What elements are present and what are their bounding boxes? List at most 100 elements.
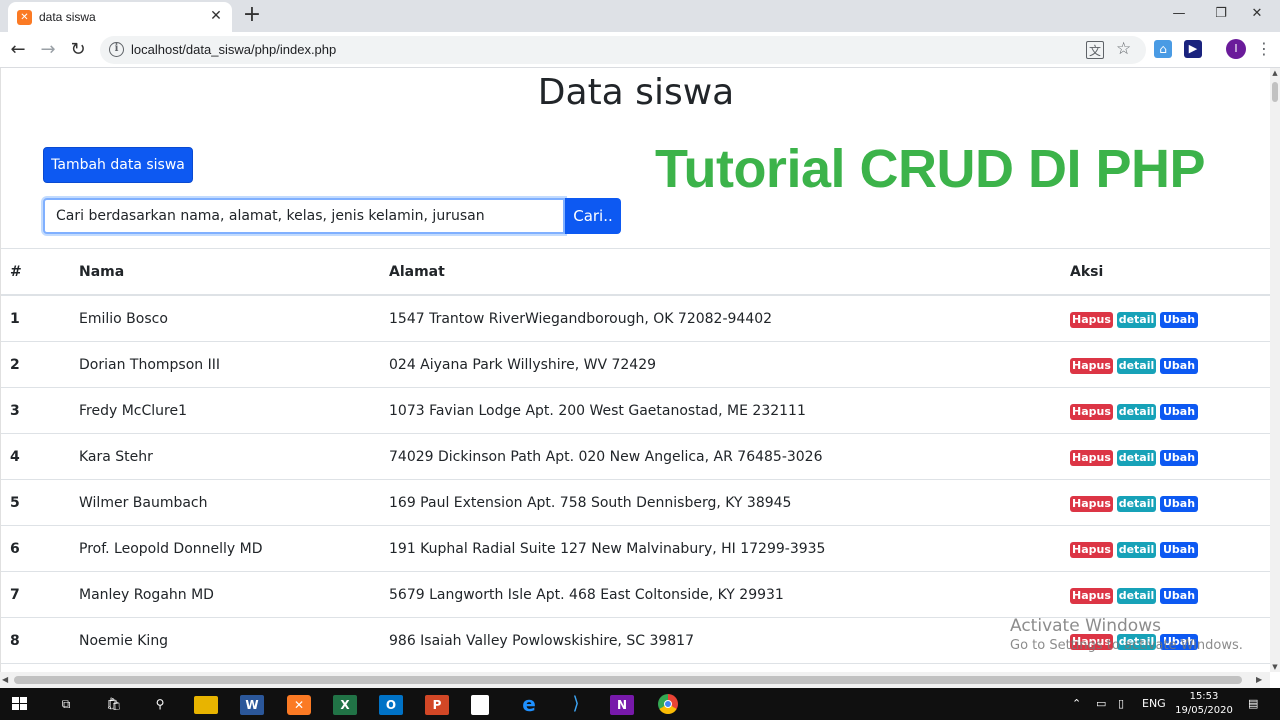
delete-button[interactable]: Hapus: [1070, 404, 1113, 420]
scroll-up-arrow-icon[interactable]: ▲: [1270, 68, 1280, 78]
add-student-button[interactable]: Tambah data siswa: [43, 147, 193, 183]
page-content: Data siswa Tambah data siswa Tutorial CR…: [0, 68, 1270, 672]
delete-button[interactable]: Hapus: [1070, 450, 1113, 466]
edit-button[interactable]: Ubah: [1160, 496, 1198, 512]
vertical-scrollbar[interactable]: ▲ ▼: [1270, 68, 1280, 672]
tray-time: 15:53: [1189, 691, 1219, 702]
tray-language[interactable]: ENG: [1142, 688, 1166, 720]
browser-tabbar: ✕ data siswa ✕ + — ❐ ✕: [0, 0, 1280, 32]
detail-button[interactable]: detail: [1117, 542, 1156, 558]
word-icon[interactable]: W: [240, 695, 264, 715]
vscode-icon[interactable]: ⟩: [564, 692, 588, 716]
file-explorer-icon[interactable]: [194, 696, 218, 714]
chrome-icon[interactable]: [656, 692, 680, 716]
xampp-favicon-icon: ✕: [17, 10, 32, 25]
profile-avatar[interactable]: I: [1226, 39, 1246, 59]
browser-tab[interactable]: ✕ data siswa ✕: [8, 2, 232, 32]
search-icon[interactable]: ⚲: [148, 692, 172, 716]
reload-icon[interactable]: ↻: [66, 38, 90, 62]
clapperboard-extension-icon[interactable]: ▶: [1184, 40, 1202, 58]
document-icon[interactable]: [471, 695, 489, 715]
new-tab-button[interactable]: +: [242, 4, 262, 26]
powerpoint-icon[interactable]: P: [425, 695, 449, 715]
address-bar[interactable]: i localhost/data_siswa/php/index.php 文 ☆: [100, 36, 1146, 64]
header-alamat: Alamat: [389, 264, 445, 280]
detail-button[interactable]: detail: [1117, 588, 1156, 604]
tutorial-overlay-title: Tutorial CRUD DI PHP: [655, 139, 1206, 199]
address-url[interactable]: localhost/data_siswa/php/index.php: [131, 42, 336, 57]
scroll-down-arrow-icon[interactable]: ▼: [1270, 662, 1280, 672]
table-row: 6 Prof. Leopold Donnelly MD 191 Kuphal R…: [1, 526, 1270, 572]
tab-close-icon[interactable]: ✕: [208, 8, 224, 24]
windows-start-icon[interactable]: [8, 692, 32, 716]
store-icon[interactable]: 🛍: [102, 692, 126, 716]
tray-clock[interactable]: 15:53 19/05/2020: [1174, 690, 1234, 718]
browser-toolbar: ← → ↻ i localhost/data_siswa/php/index.p…: [0, 32, 1280, 68]
tray-battery-icon[interactable]: ▯: [1118, 688, 1124, 720]
activate-windows-watermark: Activate Windows Go to Settings to activ…: [1010, 616, 1243, 653]
table-row: 2 Dorian Thompson III 024 Aiyana Park Wi…: [1, 342, 1270, 388]
row-number: 5: [10, 495, 20, 511]
search-button[interactable]: Cari..: [565, 198, 621, 234]
onenote-icon[interactable]: N: [610, 695, 634, 715]
delete-button[interactable]: Hapus: [1070, 542, 1113, 558]
home-extension-icon[interactable]: ⌂: [1154, 40, 1172, 58]
detail-button[interactable]: detail: [1117, 450, 1156, 466]
row-number: 7: [10, 587, 20, 603]
outlook-icon[interactable]: O: [379, 695, 403, 715]
delete-button[interactable]: Hapus: [1070, 312, 1113, 328]
window-minimize-button[interactable]: —: [1156, 0, 1202, 28]
row-alamat: 1073 Favian Lodge Apt. 200 West Gaetanos…: [389, 403, 806, 419]
notification-icon[interactable]: ▤: [1248, 688, 1258, 720]
row-alamat: 169 Paul Extension Apt. 758 South Dennis…: [389, 495, 792, 511]
row-alamat: 024 Aiyana Park Willyshire, WV 72429: [389, 357, 657, 373]
browser-menu-icon[interactable]: ⋮: [1256, 38, 1272, 60]
search-input[interactable]: [43, 198, 565, 234]
table-row: 7 Manley Rogahn MD 5679 Langworth Isle A…: [1, 572, 1270, 618]
table-row: 4 Kara Stehr 74029 Dickinson Path Apt. 0…: [1, 434, 1270, 480]
horizontal-scroll-thumb[interactable]: [14, 676, 1242, 684]
info-icon[interactable]: i: [109, 42, 124, 57]
row-alamat: 986 Isaiah Valley Powlowskishire, SC 398…: [389, 633, 694, 649]
delete-button[interactable]: Hapus: [1070, 496, 1113, 512]
detail-button[interactable]: detail: [1117, 404, 1156, 420]
xampp-icon[interactable]: ✕: [287, 695, 311, 715]
edit-button[interactable]: Ubah: [1160, 358, 1198, 374]
edit-button[interactable]: Ubah: [1160, 312, 1198, 328]
edit-button[interactable]: Ubah: [1160, 404, 1198, 420]
table-header: # Nama Alamat Aksi: [1, 248, 1270, 296]
row-nama: Dorian Thompson III: [79, 357, 220, 373]
window-close-button[interactable]: ✕: [1234, 0, 1280, 28]
translate-icon[interactable]: 文: [1086, 41, 1104, 59]
tray-chevron-icon[interactable]: ⌃: [1072, 688, 1081, 720]
bookmark-star-icon[interactable]: ☆: [1116, 39, 1131, 59]
edit-button[interactable]: Ubah: [1160, 450, 1198, 466]
edit-button[interactable]: Ubah: [1160, 588, 1198, 604]
edit-button[interactable]: Ubah: [1160, 542, 1198, 558]
header-nama: Nama: [79, 264, 125, 280]
excel-icon[interactable]: X: [333, 695, 357, 715]
scroll-right-arrow-icon[interactable]: ▶: [1256, 672, 1266, 688]
row-nama: Noemie King: [79, 633, 169, 649]
detail-button[interactable]: detail: [1117, 358, 1156, 374]
row-number: 1: [10, 311, 20, 327]
row-number: 6: [10, 541, 20, 557]
tray-network-icon[interactable]: ▭: [1096, 688, 1106, 720]
detail-button[interactable]: detail: [1117, 496, 1156, 512]
row-nama: Manley Rogahn MD: [79, 587, 214, 603]
row-alamat: 74029 Dickinson Path Apt. 020 New Angeli…: [389, 449, 823, 465]
delete-button[interactable]: Hapus: [1070, 358, 1113, 374]
scroll-left-arrow-icon[interactable]: ◀: [2, 672, 12, 688]
task-view-icon[interactable]: ⧉: [54, 692, 78, 716]
edge-icon[interactable]: e: [517, 692, 541, 716]
horizontal-scrollbar[interactable]: ◀ ▶: [0, 672, 1270, 688]
detail-button[interactable]: detail: [1117, 312, 1156, 328]
delete-button[interactable]: Hapus: [1070, 588, 1113, 604]
back-arrow-icon[interactable]: ←: [6, 38, 30, 62]
vertical-scroll-thumb[interactable]: [1272, 82, 1278, 102]
forward-arrow-icon[interactable]: →: [36, 38, 60, 62]
windows-taskbar: ⧉ 🛍 ⚲ W ✕ X O P e ⟩ N ⌃ ▭ ▯ ENG 15:53 19…: [0, 688, 1280, 720]
page-title: Data siswa: [537, 72, 735, 113]
row-nama: Prof. Leopold Donnelly MD: [79, 541, 263, 557]
row-number: 8: [10, 633, 20, 649]
